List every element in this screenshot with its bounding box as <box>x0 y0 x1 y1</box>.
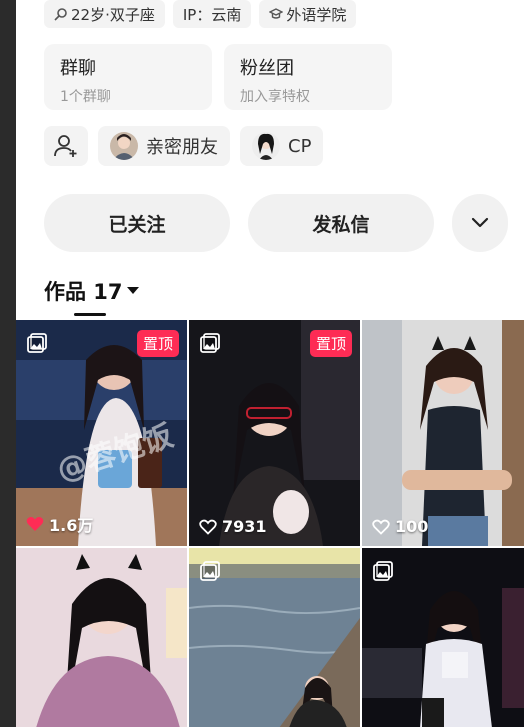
profile-tags: 22岁·双子座 IP：云南 外语学院 <box>44 0 357 28</box>
group-chat-card[interactable]: 群聊 1个群聊 <box>44 44 212 110</box>
add-friend-button[interactable] <box>44 126 88 166</box>
heart-filled-icon <box>26 517 44 531</box>
fan-club-card[interactable]: 粉丝团 加入享特权 <box>224 44 392 110</box>
like-count: 7931 <box>199 517 267 536</box>
pinned-badge: 置顶 <box>136 330 179 357</box>
following-button[interactable]: 已关注 <box>44 194 230 252</box>
gender-age-icon <box>54 8 67 21</box>
tag-age-zodiac: 22岁·双子座 <box>44 0 165 28</box>
profile-screen: 22岁·双子座 IP：云南 外语学院 群聊 1个群聊 粉丝团 加入享特权 亲密朋… <box>16 0 524 727</box>
more-options-button[interactable] <box>452 194 508 252</box>
like-count: 100 <box>372 517 428 536</box>
post-thumbnail[interactable] <box>16 548 187 727</box>
action-buttons: 已关注 发私信 <box>44 194 508 252</box>
add-user-icon <box>54 135 77 157</box>
post-thumbnail[interactable]: 置顶 7931 <box>189 320 360 546</box>
close-friends-button[interactable]: 亲密朋友 <box>98 126 230 166</box>
image-post-icon <box>200 561 220 581</box>
post-thumbnail[interactable]: 100 <box>362 320 524 546</box>
relations-row: 亲密朋友 CP <box>44 126 324 166</box>
fan-club-subtitle: 加入享特权 <box>240 89 310 105</box>
works-tab-indicator <box>74 313 106 316</box>
cp-avatar <box>252 132 280 160</box>
post-thumbnail[interactable] <box>362 548 524 727</box>
pinned-badge: 置顶 <box>309 330 352 357</box>
cp-button[interactable]: CP <box>240 126 324 166</box>
tag-school: 外语学院 <box>259 0 357 28</box>
cp-label: CP <box>288 135 312 157</box>
profile-cards: 群聊 1个群聊 粉丝团 加入享特权 <box>44 44 392 110</box>
image-post-icon <box>200 333 220 353</box>
close-friends-label: 亲密朋友 <box>146 137 218 158</box>
send-message-button[interactable]: 发私信 <box>248 194 434 252</box>
image-post-icon <box>27 333 47 353</box>
chevron-down-icon <box>471 217 489 228</box>
tag-ip-location: IP：云南 <box>172 0 252 28</box>
caret-down-icon <box>126 287 139 294</box>
group-chat-subtitle: 1个群聊 <box>60 89 111 105</box>
post-image <box>362 320 524 546</box>
works-label: 作品 17 <box>44 280 123 304</box>
fan-club-title: 粉丝团 <box>240 58 294 79</box>
heart-outline-icon <box>372 519 390 535</box>
post-image <box>16 548 187 727</box>
works-tab[interactable]: 作品 17 <box>44 276 139 306</box>
heart-outline-icon <box>199 519 217 535</box>
friend-avatar <box>110 132 138 160</box>
school-icon <box>269 8 284 19</box>
like-count: 1.6万 <box>26 512 93 536</box>
post-thumbnail[interactable]: @蓉饱饭 置顶 1.6万 <box>16 320 187 546</box>
image-post-icon <box>373 561 393 581</box>
group-chat-title: 群聊 <box>60 58 96 79</box>
post-thumbnail[interactable] <box>189 548 360 727</box>
